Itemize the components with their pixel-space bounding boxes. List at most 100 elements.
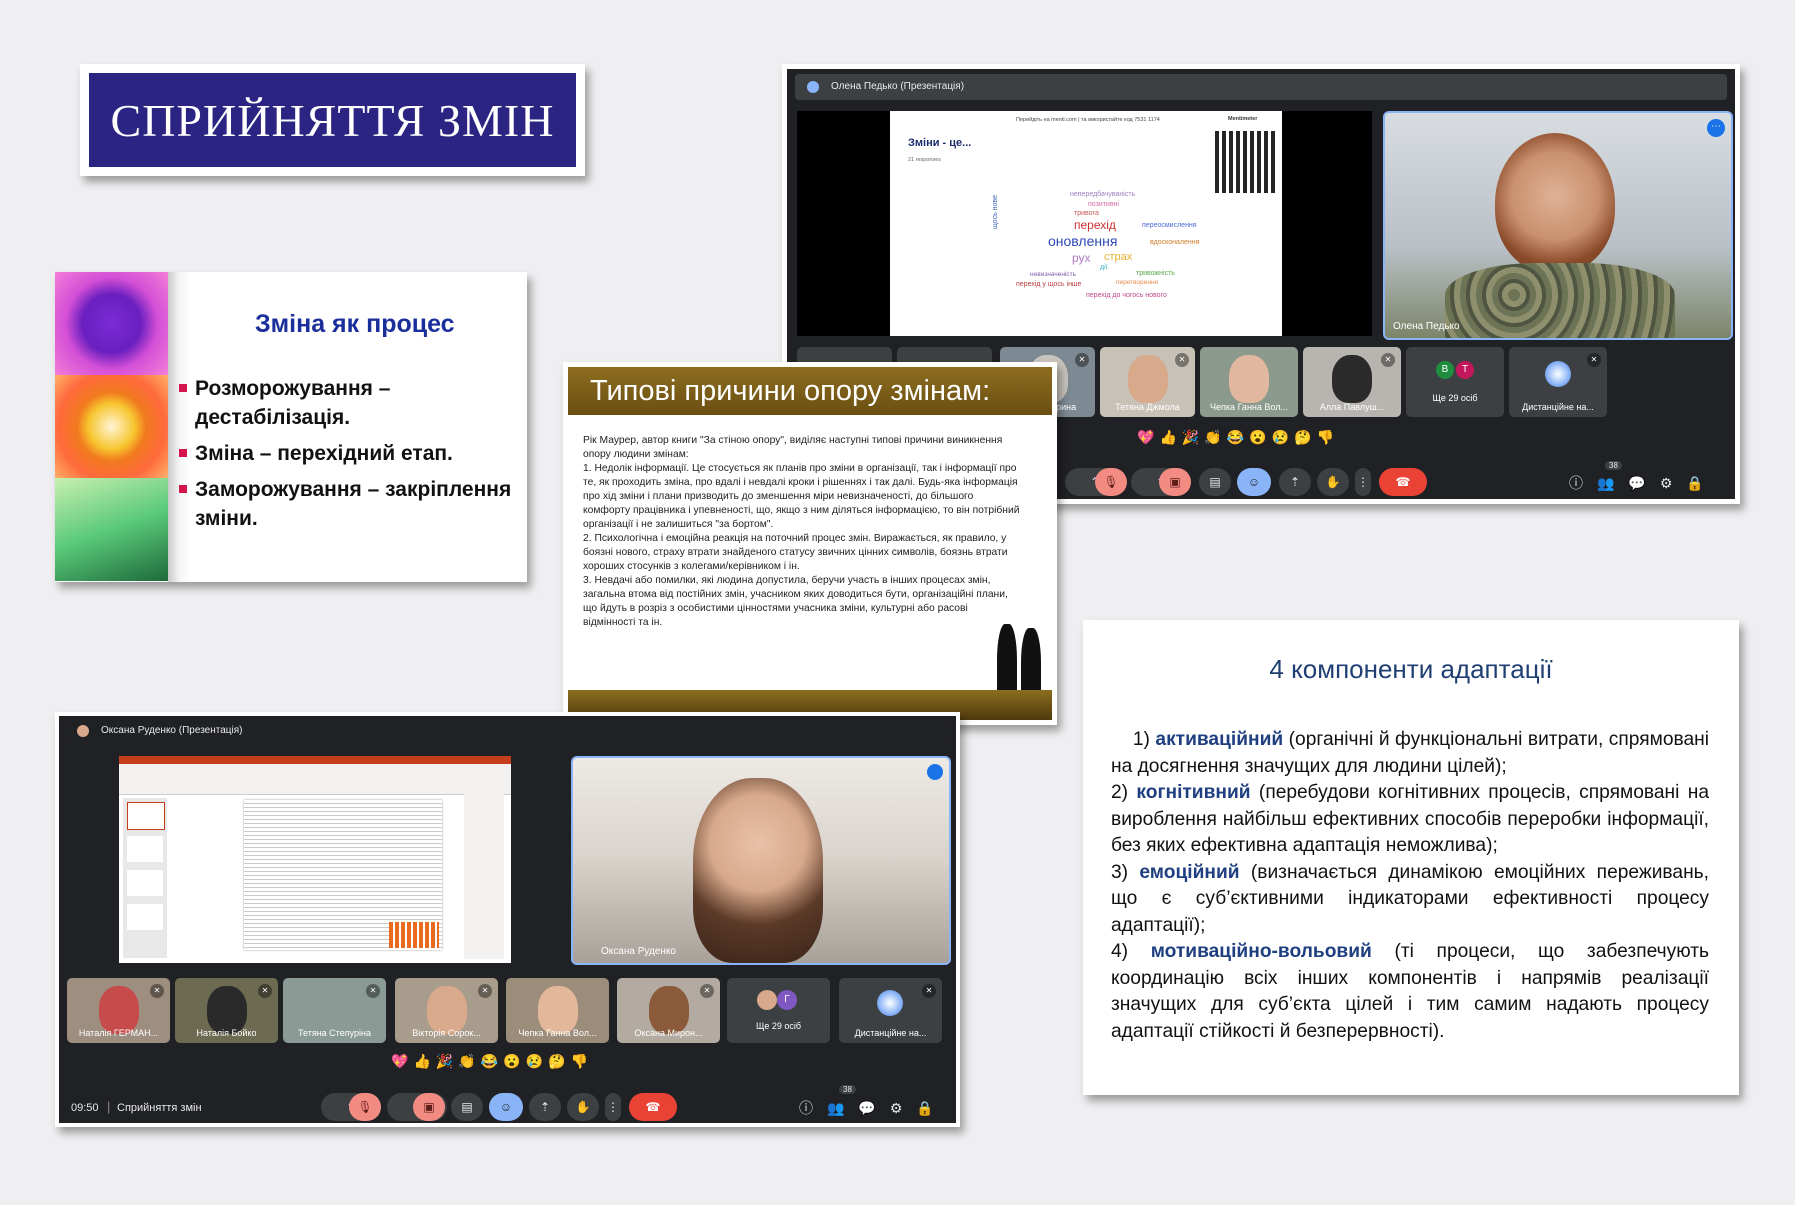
reactions-bar[interactable]: 💖👍🎉👏😂😮😢🤔👎 [391, 1053, 593, 1070]
list-item: 1) активаційний (органічні й функціональ… [1111, 729, 1709, 777]
shared-powerpoint[interactable] [119, 756, 511, 963]
slide-title: Типові причини опору змінам: [568, 367, 1052, 415]
mic-off-icon: ✕ [1175, 353, 1189, 367]
leave-call-button[interactable]: ☎ [629, 1093, 677, 1121]
captions-button[interactable]: ▤ [1199, 468, 1231, 496]
slide-title: 4 компоненти адаптації [1269, 654, 1553, 684]
presenter-bar: Олена Педько (Презентація) [795, 74, 1727, 100]
more-participants-tile[interactable]: Г Ще 29 осіб [727, 978, 830, 1043]
clock-purple-image [55, 272, 168, 375]
participant-tile[interactable]: ✕ Наталія ГЕРМАН... [67, 978, 170, 1043]
mic-off-icon: ✕ [478, 984, 492, 998]
word-cloud-word: перехід [1074, 218, 1116, 232]
avatar: Г [777, 990, 797, 1010]
participants-count: 38 [839, 1085, 856, 1094]
menti-question: Зміни - це... [908, 137, 972, 149]
participant-tile[interactable]: ✕ Дистанційне на... [839, 978, 942, 1043]
speaker-name: Оксана Руденко [601, 946, 676, 957]
word-cloud-word: невизначеність [1030, 271, 1076, 278]
list-item: Зміна – перехідний етап. [179, 439, 519, 468]
emoji-button[interactable]: ☺ [1237, 468, 1271, 496]
book-green-image [55, 478, 168, 581]
raise-hand-button[interactable]: ✋ [1317, 468, 1349, 496]
slide-body: Рік Маурер, автор книги "За стіною опору… [583, 435, 1020, 628]
meeting-title: Сприйняття змін [117, 1102, 202, 1114]
side-tools[interactable]: ⓘ👥💬⚙🔒 [1569, 473, 1718, 493]
mic-off-icon: ✕ [258, 984, 272, 998]
participant-tile[interactable]: ✕ Оксана Мирон... [617, 978, 720, 1043]
camera-off-button[interactable]: ▣ [1159, 468, 1191, 496]
avatar: Т [1456, 361, 1474, 379]
participant-tile[interactable]: Чепка Ганна Вол... [1200, 347, 1298, 417]
list-item: Розморожування – дестабілізація. [179, 374, 519, 432]
more-participants-tile[interactable]: В Т Ще 29 осіб [1406, 347, 1504, 417]
leave-call-button[interactable]: ☎ [1379, 468, 1427, 496]
title-card: СПРИЙНЯТТЯ ЗМІН [80, 64, 585, 176]
slide-body: 1) активаційний (органічні й функціональ… [1111, 727, 1709, 1045]
avatar: В [1436, 361, 1454, 379]
list-item: Заморожування – закріплення зміни. [179, 475, 519, 533]
participant-tile[interactable]: ✕ Вікторія Сорок... [395, 978, 498, 1043]
side-tools[interactable]: ⓘ👥💬⚙🔒 [799, 1098, 948, 1118]
mic-off-button[interactable]: 🎙 [349, 1093, 381, 1121]
qr-code [1215, 131, 1277, 193]
presenter-title: Олена Педько (Презентація) [831, 81, 965, 92]
clock-orange-image [55, 375, 168, 478]
presenter-title: Оксана Руденко (Презентація) [101, 725, 243, 736]
menti-instruction: Перейдіть на menti.com | та використайте… [1016, 117, 1160, 123]
mic-off-button[interactable]: 🎙 [1095, 468, 1127, 496]
mic-off-icon: ✕ [1075, 353, 1089, 367]
avatar [877, 990, 903, 1016]
list-item: 2) когнітивний (перебудови когнітивних п… [1111, 782, 1709, 856]
word-cloud-word: страх [1104, 251, 1133, 263]
word-cloud-word: оновлення [1048, 233, 1118, 249]
presentation-area[interactable]: Перейдіть на menti.com | та використайте… [797, 111, 1372, 336]
present-button[interactable]: ⇡ [1279, 468, 1311, 496]
more-options-icon[interactable]: ⋯ [1707, 119, 1725, 137]
slide-change-process: Зміна як процес Розморожування – дестабі… [55, 272, 527, 582]
word-cloud-word: тривога [1074, 210, 1099, 217]
menti-responses: 21 responses [908, 157, 942, 163]
avatar [1545, 361, 1571, 387]
mic-off-icon: ✕ [700, 984, 714, 998]
list-item: 3) емоційний (визначається динамікою емо… [1111, 861, 1709, 936]
participant-tile[interactable]: ✕ Наталія Бойко [175, 978, 278, 1043]
list-item: 4) мотиваційно-вольовий (ті процеси, що … [1111, 941, 1709, 1042]
word-cloud-word: дії [1100, 264, 1108, 271]
participant-tile[interactable]: ✕ Алла Павлуш... [1303, 347, 1401, 417]
speaker-tile[interactable]: Оксана Руденко [571, 756, 951, 965]
more-options-button[interactable]: ⋮ [605, 1093, 621, 1121]
more-options-button[interactable]: ⋮ [1355, 468, 1371, 496]
mic-off-icon: ✕ [366, 984, 380, 998]
mic-off-icon: ✕ [150, 984, 164, 998]
word-cloud-word: тривожність [1136, 270, 1175, 277]
mic-off-icon: ✕ [922, 984, 936, 998]
presenter-bar: Оксана Руденко (Презентація) [65, 720, 950, 742]
reactions-bar[interactable]: 💖👍🎉👏😂😮😢🤔👎 [1137, 429, 1339, 446]
word-cloud-word: переосмислення [1142, 222, 1197, 229]
word-cloud-word: позитивні [1088, 201, 1119, 208]
participant-tile[interactable]: ✕ Дистанційне на... [1509, 347, 1607, 417]
participant-tile[interactable]: ✕ Тетяна Джмола [1100, 347, 1195, 417]
participants-count: 38 [1605, 461, 1622, 470]
clock-images [55, 272, 168, 582]
word-cloud-word: перетворення [1116, 279, 1159, 286]
emoji-button[interactable]: ☺ [489, 1093, 523, 1121]
camera-off-button[interactable]: ▣ [413, 1093, 445, 1121]
participant-tile[interactable]: Чепка Ганна Вол... [506, 978, 609, 1043]
raise-hand-button[interactable]: ✋ [567, 1093, 599, 1121]
avatar [757, 990, 777, 1010]
menti-brand: Mentimeter [1228, 116, 1258, 122]
title-text: СПРИЙНЯТТЯ ЗМІН [110, 94, 555, 146]
presenter-avatar [77, 725, 89, 737]
mic-off-icon: ✕ [1587, 353, 1601, 367]
presenter-avatar [807, 81, 819, 93]
slide-title: Зміна як процес [255, 310, 455, 338]
captions-button[interactable]: ▤ [451, 1093, 483, 1121]
speaker-video [693, 778, 823, 963]
participant-tile[interactable]: ✕ Тетяна Степуріна [283, 978, 386, 1043]
mic-off-icon: ✕ [1381, 353, 1395, 367]
speaker-tile[interactable]: ⋯ Олена Педько [1383, 111, 1733, 340]
speaker-name: Олена Педько [1393, 321, 1460, 332]
present-button[interactable]: ⇡ [529, 1093, 561, 1121]
